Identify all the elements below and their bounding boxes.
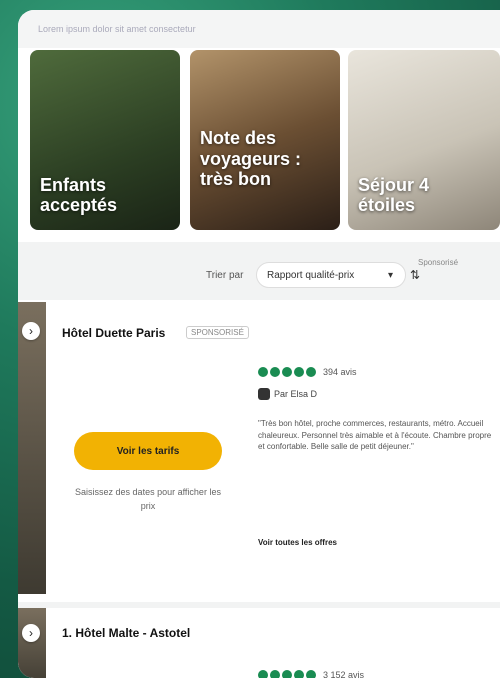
sort-selected-value: Rapport qualité-prix <box>267 270 355 281</box>
review-author: Par Elsa D <box>258 388 317 400</box>
rating-bubbles: 3 152 avis <box>258 670 364 678</box>
view-all-offers-link[interactable]: Voir toutes les offres <box>258 538 337 547</box>
hotel-name[interactable]: 1. Hôtel Malte - Astotel <box>62 626 190 640</box>
tile-label: Séjour 4 étoiles <box>358 174 430 216</box>
hotel-listing[interactable]: › Hôtel Duette Paris SPONSORISÉ Voir les… <box>18 302 500 594</box>
view-prices-button[interactable]: Voir les tarifs <box>74 432 222 470</box>
carousel-next-icon[interactable]: › <box>22 322 40 340</box>
review-count[interactable]: 394 avis <box>323 367 357 377</box>
review-snippet: "Très bon hôtel, proche commerces, resta… <box>258 419 492 452</box>
header-text: Lorem ipsum dolor sit amet consectetur <box>38 24 196 34</box>
filter-tiles: Enfants acceptés Note des voyageurs : tr… <box>30 50 500 230</box>
sort-order-icon[interactable]: ⇅ <box>410 268 420 282</box>
rating-bubble-icon <box>306 670 316 678</box>
rating-bubble-icon <box>294 670 304 678</box>
tile-four-star[interactable]: Séjour 4 étoiles <box>348 50 500 230</box>
hotel-name[interactable]: Hôtel Duette Paris <box>62 326 165 340</box>
sponsor-tag: SPONSORISÉ <box>186 326 249 339</box>
avatar <box>258 388 270 400</box>
rating-bubble-icon <box>306 367 316 377</box>
rating-bubble-icon <box>258 670 268 678</box>
sort-row: Trier par Rapport qualité-prix ▾ ⇅ Spons… <box>18 242 500 300</box>
date-hint: Saisissez des dates pour afficher les pr… <box>75 487 221 511</box>
review-count[interactable]: 3 152 avis <box>323 670 364 678</box>
review-author-name: Par Elsa D <box>274 389 318 399</box>
hotel-photo[interactable] <box>18 302 46 594</box>
tile-label: Enfants acceptés <box>40 174 118 216</box>
rating-bubble-icon <box>282 670 292 678</box>
rating-bubbles: 394 avis <box>258 367 357 377</box>
sponsored-note[interactable]: Sponsorisé <box>418 258 458 267</box>
carousel-next-icon[interactable]: › <box>22 624 40 642</box>
rating-bubble-icon <box>270 670 280 678</box>
hotel-photo[interactable] <box>18 608 46 678</box>
tile-label: Note des voyageurs : très bon <box>200 128 302 190</box>
sort-label: Trier par <box>206 270 244 281</box>
rating-bubble-icon <box>270 367 280 377</box>
header-strip: Lorem ipsum dolor sit amet consectetur <box>18 10 500 48</box>
tile-traveler-rating[interactable]: Note des voyageurs : très bon <box>190 50 340 230</box>
rating-bubble-icon <box>294 367 304 377</box>
rating-bubble-icon <box>282 367 292 377</box>
hotel-listing[interactable]: › 1. Hôtel Malte - Astotel 3 152 avis <box>18 602 500 678</box>
rating-bubble-icon <box>258 367 268 377</box>
results-panel: Lorem ipsum dolor sit amet consectetur E… <box>18 10 500 678</box>
chevron-down-icon: ▾ <box>387 270 393 281</box>
sort-dropdown[interactable]: Rapport qualité-prix ▾ <box>256 262 406 288</box>
tile-kids-welcome[interactable]: Enfants acceptés <box>30 50 180 230</box>
